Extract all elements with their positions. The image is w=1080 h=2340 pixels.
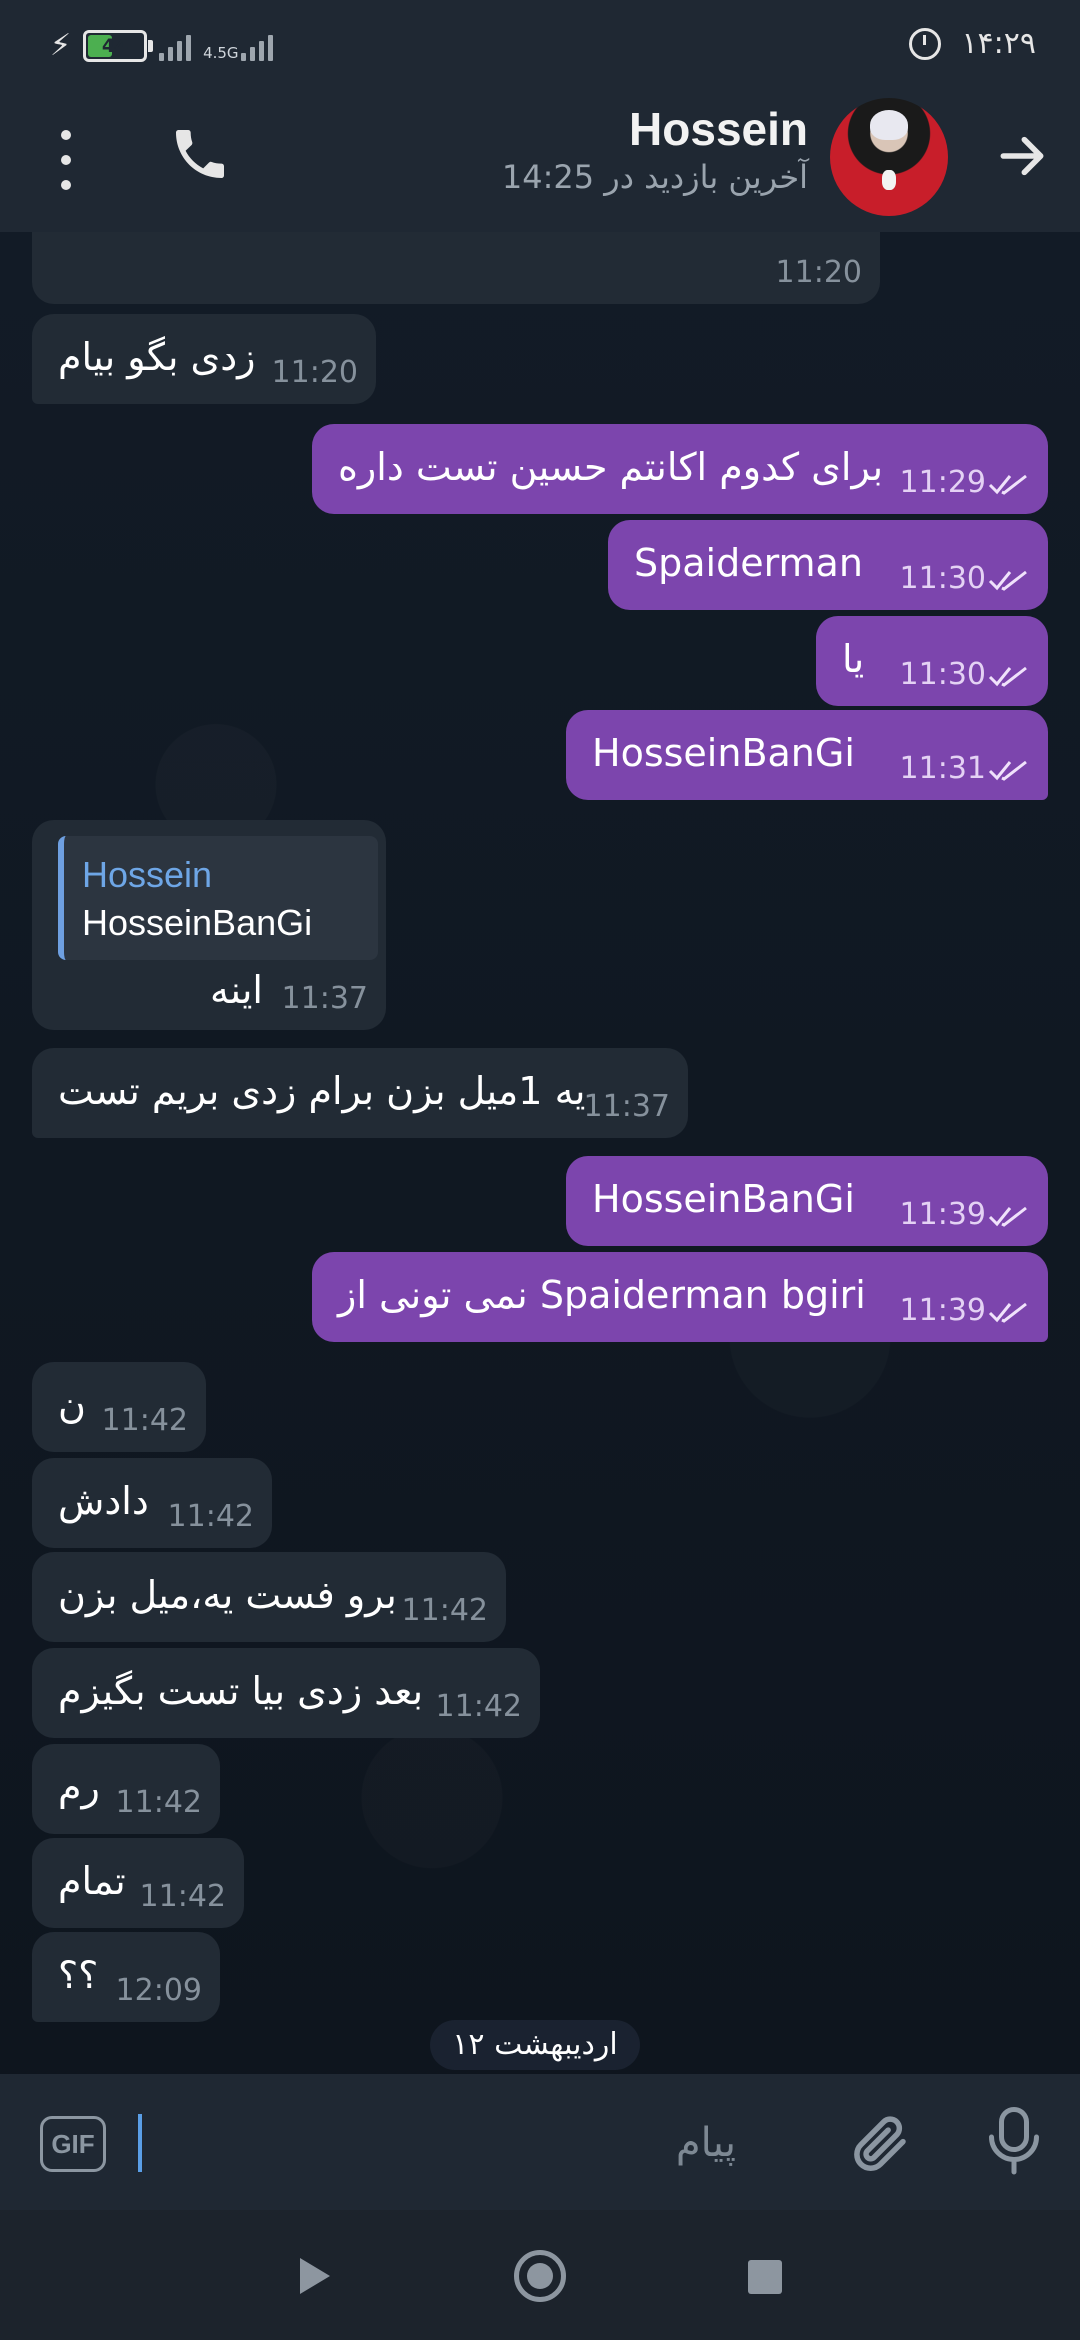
read-ticks-icon bbox=[988, 1302, 1027, 1323]
paperclip-icon[interactable] bbox=[848, 2110, 914, 2176]
clock: ۱۴:۲۹ bbox=[961, 26, 1036, 61]
message-time: 11:37 bbox=[281, 981, 368, 1016]
message-time: 11:42 bbox=[401, 1593, 488, 1628]
read-ticks-icon bbox=[988, 474, 1027, 495]
arrow-right-icon[interactable] bbox=[994, 128, 1050, 184]
network-type: 4.5G bbox=[203, 43, 239, 62]
message-time: 11:39 bbox=[899, 1293, 986, 1328]
message-text: ؟؟ bbox=[58, 1952, 99, 1997]
date-separator: ۱۲ اردیبهشت bbox=[430, 2020, 640, 2070]
message-input[interactable] bbox=[136, 2108, 736, 2178]
message-incoming[interactable]: برو فست یه،میل بزن 11:42 bbox=[32, 1552, 506, 1642]
message-time: 11:42 bbox=[167, 1499, 254, 1534]
message-time: 11:30 bbox=[899, 657, 986, 692]
message-outgoing[interactable]: HosseinBanGi 11:39 bbox=[566, 1156, 1048, 1246]
message-text: HosseinBanGi bbox=[592, 1176, 855, 1221]
battery-level: 44 bbox=[101, 34, 129, 57]
reply-quote[interactable]: Hossein HosseinBanGi bbox=[58, 836, 378, 960]
read-ticks-icon bbox=[988, 760, 1027, 781]
message-outgoing[interactable]: نمی تونی از Spaiderman bgiri 11:39 bbox=[312, 1252, 1048, 1342]
message-text: تمام bbox=[58, 1858, 126, 1903]
signal-icon-2 bbox=[240, 31, 273, 61]
microphone-icon[interactable] bbox=[984, 2104, 1044, 2180]
message-text: نمی تونی از Spaiderman bgiri bbox=[338, 1272, 866, 1317]
network-indicator: 4.5G bbox=[203, 31, 273, 62]
message-time: 11:20 bbox=[271, 355, 358, 390]
status-left: ⚡ 44 4.5G bbox=[50, 28, 273, 63]
message-incoming[interactable]: بعد زدی بیا تست بگیزم 11:42 bbox=[32, 1648, 540, 1738]
message-text: برو فست یه،میل بزن bbox=[58, 1572, 397, 1617]
message-text: Spaiderman bbox=[634, 540, 863, 585]
message-incoming-reply[interactable]: Hossein HosseinBanGi اینه 11:37 bbox=[32, 820, 386, 1030]
message-time: 11:42 bbox=[101, 1403, 188, 1438]
charging-icon: ⚡ bbox=[50, 28, 72, 63]
message-text: یا bbox=[842, 636, 865, 681]
read-ticks-icon bbox=[988, 1206, 1027, 1227]
more-vertical-icon[interactable] bbox=[52, 130, 80, 190]
system-nav-bar bbox=[0, 2210, 1080, 2340]
message-text: رم bbox=[58, 1764, 100, 1809]
message-text: دادش bbox=[58, 1478, 149, 1523]
text-cursor bbox=[138, 2114, 142, 2172]
message-incoming[interactable]: یه 1میل بزن برام زدی بریم تست 11:37 bbox=[32, 1048, 688, 1138]
message-text: ن bbox=[58, 1382, 86, 1427]
message-text: HosseinBanGi bbox=[592, 730, 855, 775]
message-incoming[interactable]: ؟؟ 12:09 bbox=[32, 1932, 220, 2022]
chat-title: Hossein bbox=[629, 103, 808, 155]
message-outgoing[interactable]: یا 11:30 bbox=[816, 616, 1048, 706]
message-list[interactable]: 11:20 زدی بگو بیام 11:20 برای کدوم اکانت… bbox=[0, 232, 1080, 2074]
alarm-icon bbox=[909, 27, 942, 60]
message-outgoing[interactable]: HosseinBanGi 11:31 bbox=[566, 710, 1048, 800]
message-outgoing[interactable]: Spaiderman 11:30 bbox=[608, 520, 1048, 610]
nav-recents-icon[interactable] bbox=[748, 2260, 782, 2294]
nav-back-icon[interactable] bbox=[300, 2258, 330, 2294]
message-time: 11:29 bbox=[899, 465, 986, 500]
signal-icon bbox=[159, 31, 192, 61]
message-time: 11:31 bbox=[899, 751, 986, 786]
message-incoming[interactable]: 11:20 bbox=[32, 232, 880, 304]
message-time: 11:42 bbox=[139, 1879, 226, 1914]
message-incoming[interactable]: تمام 11:42 bbox=[32, 1838, 244, 1928]
message-time: 11:42 bbox=[115, 1785, 202, 1820]
chat-title-block[interactable]: Hossein آخرین بازدید در 14:25 bbox=[502, 102, 808, 196]
message-time: 11:37 bbox=[583, 1089, 670, 1124]
message-incoming[interactable]: ن 11:42 bbox=[32, 1362, 206, 1452]
phone-icon[interactable] bbox=[168, 122, 232, 186]
read-ticks-icon bbox=[988, 666, 1027, 687]
compose-bar: GIF bbox=[0, 2074, 1080, 2210]
reply-text: HosseinBanGi bbox=[82, 902, 313, 943]
message-incoming[interactable]: دادش 11:42 bbox=[32, 1458, 272, 1548]
message-text: اینه bbox=[210, 968, 263, 1012]
message-time: 11:20 bbox=[775, 255, 862, 290]
message-time: 11:30 bbox=[899, 561, 986, 596]
nav-home-icon[interactable] bbox=[514, 2250, 566, 2302]
message-time: 12:09 bbox=[115, 1973, 202, 2008]
status-right: ۱۴:۲۹ bbox=[909, 26, 1036, 61]
battery-icon: 44 bbox=[83, 29, 154, 62]
reply-author: Hossein bbox=[82, 854, 213, 895]
last-seen: آخرین بازدید در 14:25 bbox=[501, 158, 808, 196]
message-outgoing[interactable]: برای کدوم اکانتم حسین تست داره 11:29 bbox=[312, 424, 1048, 514]
message-text: زدی بگو بیام bbox=[58, 334, 256, 379]
message-text: بعد زدی بیا تست بگیزم bbox=[58, 1668, 424, 1713]
status-bar: ⚡ 44 4.5G ۱۴:۲۹ bbox=[0, 0, 1080, 92]
message-time: 11:39 bbox=[899, 1197, 986, 1232]
message-incoming[interactable]: رم 11:42 bbox=[32, 1744, 220, 1834]
message-text: یه 1میل بزن برام زدی بریم تست bbox=[58, 1068, 586, 1113]
message-text: برای کدوم اکانتم حسین تست داره bbox=[338, 444, 884, 489]
gif-button[interactable]: GIF bbox=[40, 2116, 106, 2172]
avatar[interactable] bbox=[830, 98, 948, 216]
message-incoming[interactable]: زدی بگو بیام 11:20 bbox=[32, 314, 376, 404]
chat-header: Hossein آخرین بازدید در 14:25 bbox=[0, 92, 1080, 234]
message-time: 11:42 bbox=[435, 1689, 522, 1724]
read-ticks-icon bbox=[988, 570, 1027, 591]
